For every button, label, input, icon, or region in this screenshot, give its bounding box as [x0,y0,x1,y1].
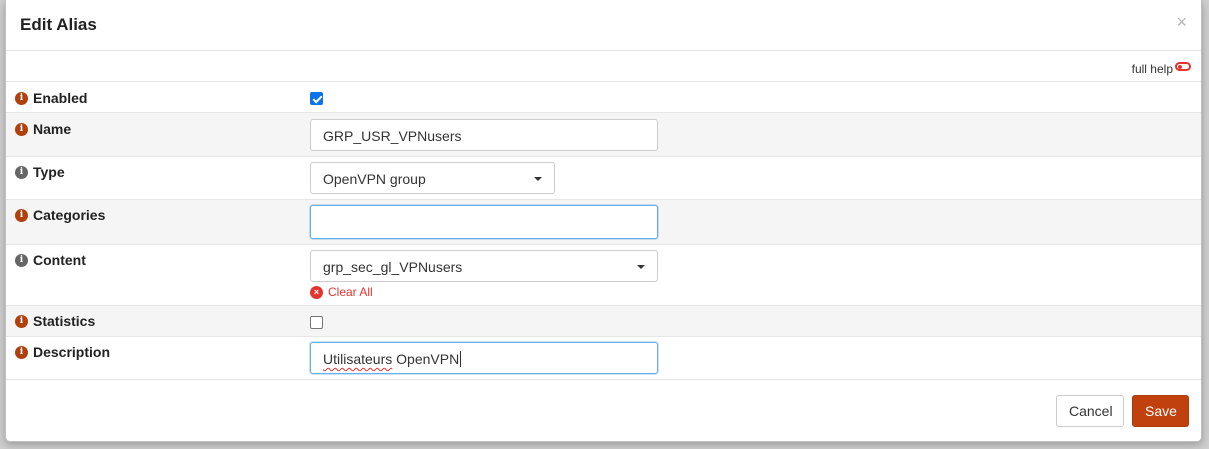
content-label: Content [33,252,86,268]
info-icon[interactable]: i [15,165,28,179]
modal-header: Edit Alias × [6,0,1201,51]
name-row: i Name GRP_USR_VPNusers [6,113,1201,157]
info-icon[interactable]: i [15,122,28,136]
info-icon[interactable]: i [15,91,28,105]
edit-alias-dialog: Edit Alias × full help i Enabled i Name … [5,0,1202,442]
statistics-label-group: i Statistics [15,313,95,329]
clear-all-label: Clear All [328,285,373,299]
close-icon[interactable]: × [1176,12,1187,33]
enabled-label-group: i Enabled [15,90,87,106]
description-row: i Description Utilisateurs OpenVPN [6,337,1201,380]
info-icon[interactable]: i [15,208,28,222]
content-select-value: grp_sec_gl_VPNusers [323,259,463,275]
description-value-word2: OpenVPN [392,351,460,367]
background-table-row [0,441,1209,449]
type-label: Type [33,164,65,180]
caret-down-icon [534,177,542,181]
info-icon[interactable]: i [15,253,28,267]
modal-title: Edit Alias [20,15,97,34]
times-circle-icon: × [310,285,323,299]
name-label: Name [33,121,72,137]
enabled-checkbox[interactable] [310,92,323,105]
save-button[interactable]: Save [1132,395,1189,427]
name-label-group: i Name [15,121,71,137]
categories-input[interactable] [310,205,658,239]
description-label-group: i Description [15,344,110,360]
toggle-off-icon[interactable] [1175,62,1191,71]
type-row: i Type OpenVPN group [6,157,1201,200]
description-value-word1: Utilisateurs [323,351,393,367]
categories-label-group: i Categories [15,207,105,223]
type-select[interactable]: OpenVPN group [310,162,555,194]
full-help-label: full help [1131,62,1173,76]
text-cursor [460,351,462,367]
type-label-group: i Type [15,164,65,180]
content-label-group: i Content [15,252,86,268]
categories-label: Categories [33,207,106,223]
statistics-checkbox[interactable] [310,316,323,329]
clear-all-link[interactable]: × Clear All [310,285,373,299]
categories-row: i Categories [6,200,1201,245]
background-page-right [1203,0,1209,449]
cancel-button[interactable]: Cancel [1056,395,1124,427]
info-icon[interactable]: i [15,345,28,359]
description-input[interactable]: Utilisateurs OpenVPN [310,342,658,374]
description-label: Description [33,344,111,360]
info-icon[interactable]: i [15,314,28,328]
enabled-row: i Enabled [6,83,1201,113]
modal-footer: Cancel Save [6,380,1201,442]
name-input[interactable]: GRP_USR_VPNusers [310,119,658,151]
statistics-row: i Statistics [6,306,1201,337]
caret-down-icon [637,265,645,269]
help-row: full help [6,52,1201,82]
type-select-value: OpenVPN group [323,171,426,187]
enabled-label: Enabled [33,90,88,106]
content-select[interactable]: grp_sec_gl_VPNusers [310,250,658,282]
statistics-label: Statistics [33,313,96,329]
content-row: i Content grp_sec_gl_VPNusers × Clear Al… [6,245,1201,306]
